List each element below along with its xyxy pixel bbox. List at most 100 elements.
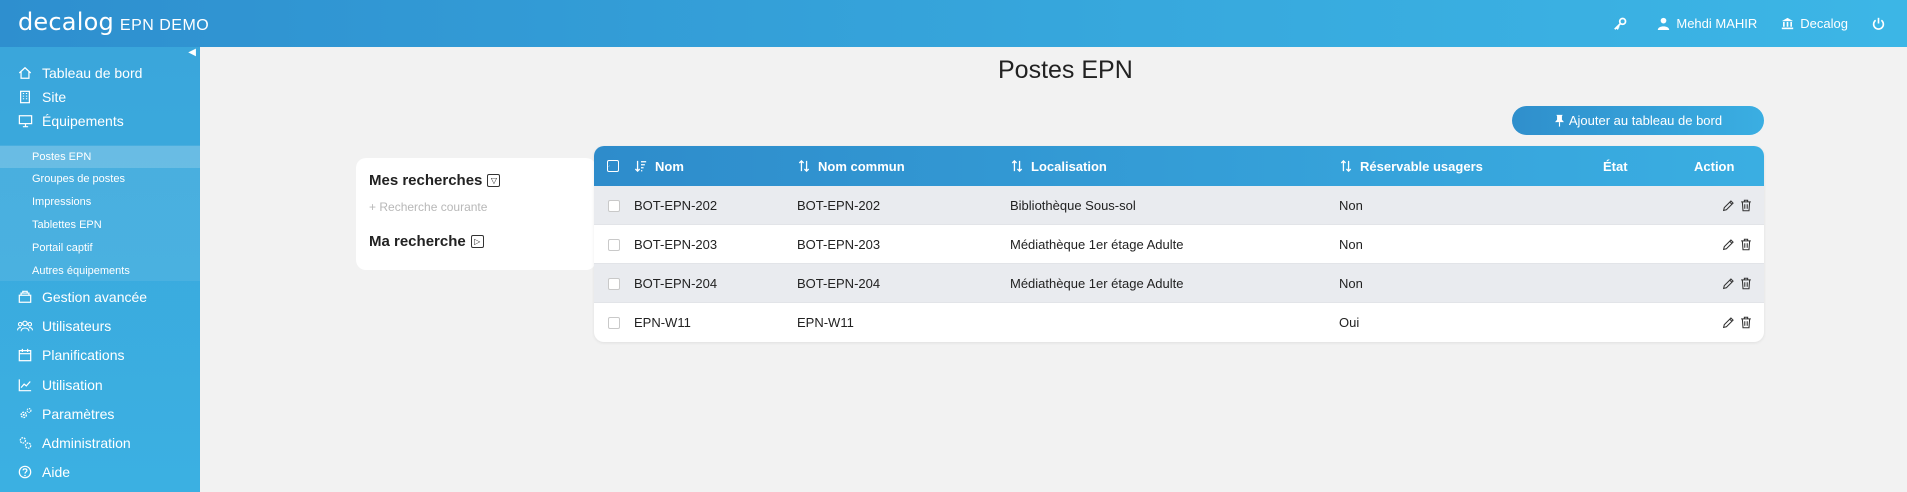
- sidebar-item-label: Site: [42, 89, 67, 105]
- column-header-action: Action: [1694, 158, 1735, 174]
- key-icon: [1614, 17, 1627, 30]
- delete-icon[interactable]: [1740, 316, 1752, 329]
- sidebar-item-label: Gestion avancée: [42, 289, 148, 305]
- sidebar-item-label: Utilisation: [42, 377, 103, 393]
- table-row[interactable]: BOT-EPN-204 BOT-EPN-204 Médiathèque 1er …: [594, 264, 1764, 303]
- row-actions: [1722, 303, 1757, 342]
- sidebar-subitem-autres-equipements[interactable]: Autres équipements: [0, 260, 200, 282]
- add-to-dashboard-button[interactable]: Ajouter au tableau de bord: [1512, 106, 1764, 135]
- monitor-icon: [17, 113, 33, 129]
- sidebar-item-label: Équipements: [42, 113, 124, 129]
- table-row[interactable]: BOT-EPN-202 BOT-EPN-202 Bibliothèque Sou…: [594, 186, 1764, 225]
- cell-localisation: Bibliothèque Sous-sol: [1010, 198, 1136, 213]
- edit-icon[interactable]: [1722, 277, 1735, 290]
- row-checkbox[interactable]: [608, 186, 620, 225]
- sidebar-item-utilisateurs[interactable]: Utilisateurs: [0, 314, 200, 338]
- plus-icon: +: [369, 200, 377, 214]
- building-icon: [17, 89, 33, 105]
- help-icon: [17, 464, 33, 480]
- table-header: Nom Nom commun Localisation Réservable u…: [594, 146, 1764, 186]
- calendar-icon: [17, 347, 33, 363]
- current-search-item[interactable]: + Recherche courante: [369, 200, 487, 214]
- column-header-nom-commun[interactable]: Nom commun: [798, 146, 905, 186]
- row-actions: [1722, 225, 1757, 264]
- my-searches-header[interactable]: Mes recherches ▽: [369, 172, 501, 189]
- sidebar-subitem-postes-epn[interactable]: Postes EPN: [0, 146, 200, 168]
- cell-reservable: Non: [1339, 276, 1363, 291]
- cell-nom-commun: BOT-EPN-203: [797, 237, 881, 252]
- sidebar-item-utilisation[interactable]: Utilisation: [0, 373, 200, 397]
- delete-icon[interactable]: [1740, 238, 1752, 251]
- cell-nom: BOT-EPN-204: [634, 276, 718, 291]
- sidebar-item-label: Aide: [42, 464, 71, 480]
- user-name: Mehdi MAHIR: [1676, 16, 1758, 31]
- row-actions: [1722, 264, 1757, 303]
- row-checkbox[interactable]: [608, 225, 620, 264]
- row-checkbox[interactable]: [608, 264, 620, 303]
- edit-icon[interactable]: [1722, 199, 1735, 212]
- cell-nom-commun: EPN-W11: [797, 315, 854, 330]
- top-bar: decalog EPN DEMO Mehdi MAHIR Decalog: [0, 0, 1907, 47]
- top-right-menu: Mehdi MAHIR Decalog: [1613, 0, 1907, 47]
- column-header-nom[interactable]: Nom: [635, 146, 684, 186]
- admin-gears-icon: [17, 435, 33, 451]
- add-to-dashboard-label: Ajouter au tableau de bord: [1568, 113, 1723, 128]
- brand[interactable]: decalog EPN DEMO: [18, 8, 209, 36]
- sidebar-item-label: Planifications: [42, 347, 125, 363]
- sidebar-item-administration[interactable]: Administration: [0, 431, 200, 455]
- delete-icon[interactable]: [1740, 277, 1752, 290]
- layers-icon: [17, 289, 33, 305]
- page-title: Postes EPN: [998, 56, 1133, 84]
- sidebar-subitem-tablettes-epn[interactable]: Tablettes EPN: [0, 214, 200, 236]
- sidebar-subitem-groupes-de-postes[interactable]: Groupes de postes: [0, 168, 200, 190]
- cell-localisation: Médiathèque 1er étage Adulte: [1010, 276, 1184, 291]
- cell-reservable: Oui: [1339, 315, 1360, 330]
- table-row[interactable]: BOT-EPN-203 BOT-EPN-203 Médiathèque 1er …: [594, 225, 1764, 264]
- home-icon: [17, 65, 33, 81]
- sidebar-item-site[interactable]: Site: [0, 85, 200, 109]
- column-header-reservable[interactable]: Réservable usagers: [1340, 146, 1483, 186]
- sidebar-item-label: Tableau de bord: [42, 65, 143, 81]
- edit-icon[interactable]: [1722, 238, 1735, 251]
- logout-button[interactable]: [1872, 17, 1891, 30]
- sort-icon: [1340, 160, 1352, 172]
- sidebar-subitem-portail-captif[interactable]: Portail captif: [0, 237, 200, 259]
- sidebar-item-label: Paramètres: [42, 406, 115, 422]
- dropdown-toggle-icon[interactable]: ▽: [487, 174, 501, 187]
- sidebar-item-gestion-avancee[interactable]: Gestion avancée: [0, 285, 200, 309]
- key-button[interactable]: [1613, 17, 1633, 31]
- sidebar-item-planifications[interactable]: Planifications: [0, 343, 200, 367]
- cell-nom: BOT-EPN-203: [634, 237, 718, 252]
- cell-localisation: Médiathèque 1er étage Adulte: [1010, 237, 1184, 252]
- postes-table: Nom Nom commun Localisation Réservable u…: [594, 146, 1764, 342]
- pin-icon: [1554, 114, 1564, 127]
- sidebar-item-equipements[interactable]: Équipements: [0, 109, 200, 133]
- gears-icon: [17, 406, 33, 422]
- sidebar-item-parametres[interactable]: Paramètres: [0, 402, 200, 426]
- user-icon: [1658, 17, 1670, 30]
- sidebar-item-aide[interactable]: Aide: [0, 460, 200, 484]
- table-row[interactable]: EPN-W11 EPN-W11 Oui: [594, 303, 1764, 342]
- sort-icon: [1011, 160, 1023, 172]
- app-name: EPN DEMO: [119, 17, 210, 34]
- power-icon: [1872, 17, 1885, 30]
- cell-reservable: Non: [1339, 198, 1363, 213]
- sidebar-subitem-impressions[interactable]: Impressions: [0, 191, 200, 213]
- cell-nom: EPN-W11: [634, 315, 691, 330]
- edit-icon[interactable]: [1722, 316, 1735, 329]
- delete-icon[interactable]: [1740, 199, 1752, 212]
- select-all-checkbox[interactable]: [607, 146, 619, 186]
- sort-ascending-icon: [635, 160, 647, 172]
- my-search-header[interactable]: Ma recherche ▷: [369, 233, 484, 250]
- column-header-etat: État: [1603, 158, 1628, 174]
- sidebar-item-tableau-de-bord[interactable]: Tableau de bord: [0, 61, 200, 85]
- sidebar-item-label: Utilisateurs: [42, 318, 112, 334]
- library-name: Decalog: [1800, 16, 1848, 31]
- collapse-sidebar-icon[interactable]: ◀: [188, 47, 196, 58]
- user-menu[interactable]: Mehdi MAHIR: [1657, 16, 1757, 31]
- cell-reservable: Non: [1339, 237, 1363, 252]
- column-header-localisation[interactable]: Localisation: [1011, 146, 1107, 186]
- row-checkbox[interactable]: [608, 303, 620, 342]
- library-menu[interactable]: Decalog: [1781, 16, 1848, 31]
- expand-toggle-icon[interactable]: ▷: [470, 235, 484, 248]
